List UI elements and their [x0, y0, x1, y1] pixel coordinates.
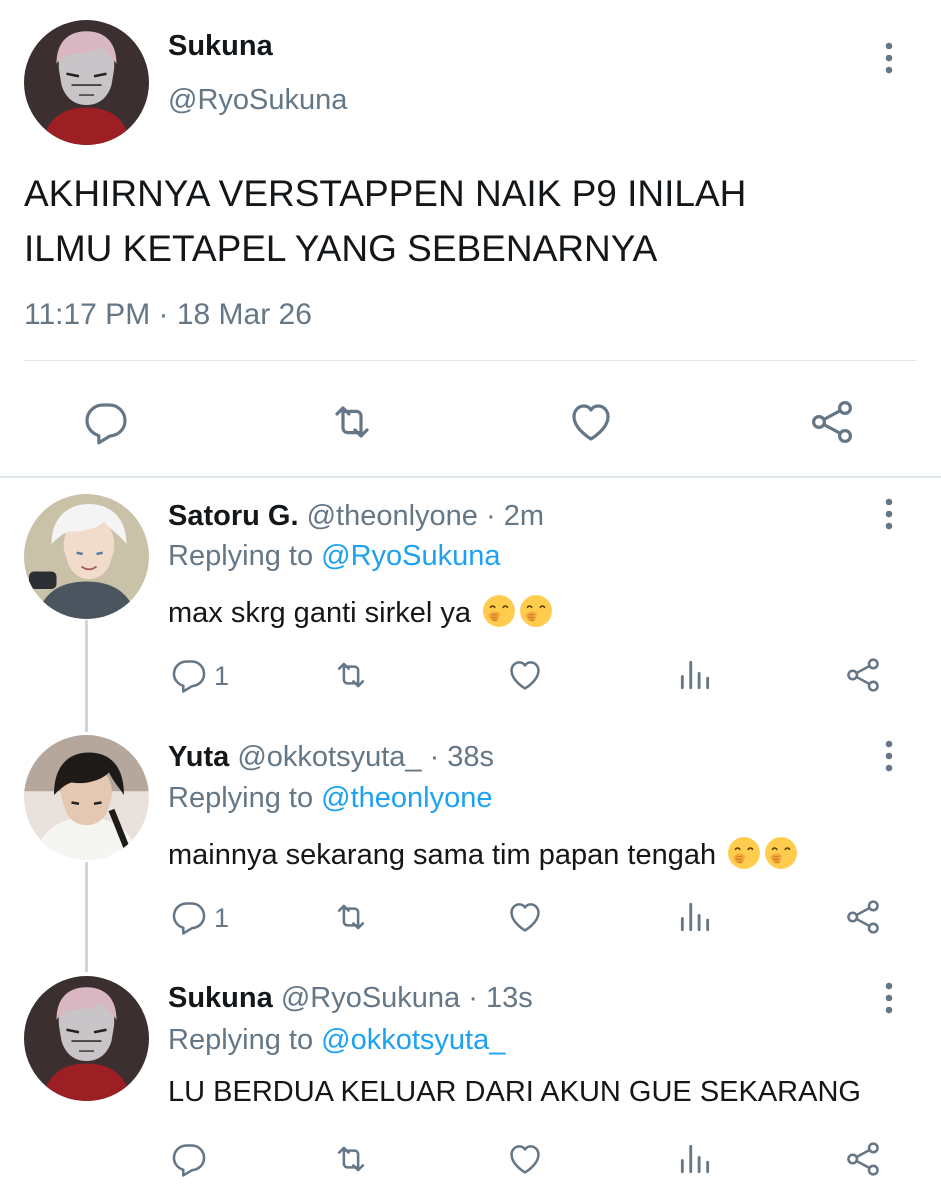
reply-author-name[interactable]: Yuta [168, 741, 229, 773]
hand-over-mouth-emoji-icon [519, 594, 553, 628]
reply-text: max skrg ganti sirkel ya [168, 594, 553, 630]
like-icon[interactable] [567, 398, 615, 451]
reply-text: LU BERDUA KELUAR DARI AKUN GUE SEKARANG [168, 1076, 861, 1109]
more-options-icon[interactable] [881, 980, 911, 1020]
main-author-handle[interactable]: @RyoSukuna [168, 84, 347, 117]
replying-to-label: Replying to [168, 1024, 314, 1056]
reply-count: 1 [214, 661, 230, 691]
reply-icon[interactable] [170, 1140, 208, 1183]
replying-to: Replying to @okkotsyuta_ [168, 1024, 505, 1057]
hand-over-mouth-emoji-icon [764, 836, 798, 870]
reply-text-content: LU BERDUA KELUAR DARI AKUN GUE SEKARANG [168, 1076, 861, 1108]
reply-header: Yuta @okkotsyuta_ · 38s [168, 741, 494, 774]
stats-icon[interactable] [676, 656, 714, 699]
thread-line [85, 620, 88, 732]
retweet-icon[interactable] [332, 656, 370, 699]
main-author-name[interactable]: Sukuna [168, 30, 273, 63]
section-divider [0, 476, 941, 478]
more-options-icon[interactable] [881, 738, 911, 778]
hand-over-mouth-emoji-icon [727, 836, 761, 870]
replying-to-label: Replying to [168, 540, 314, 572]
share-icon[interactable] [844, 898, 882, 941]
reply-author-handle[interactable]: @theonlyone · 2m [307, 500, 544, 532]
replying-to-label: Replying to [168, 782, 314, 814]
stats-icon[interactable] [676, 1140, 714, 1183]
reply-icon[interactable] [170, 898, 208, 941]
reply-text: mainnya sekarang sama tim papan tengah [168, 836, 798, 872]
retweet-icon[interactable] [332, 898, 370, 941]
like-icon[interactable] [506, 1140, 544, 1183]
share-icon[interactable] [808, 398, 856, 451]
replying-to-link[interactable]: @theonlyone [321, 782, 492, 814]
main-tweet-divider [24, 360, 917, 361]
share-icon[interactable] [844, 656, 882, 699]
reply-author-name[interactable]: Sukuna [168, 982, 273, 1014]
thread-line [85, 862, 88, 972]
replying-to: Replying to @RyoSukuna [168, 540, 501, 573]
hand-over-mouth-emoji-icon [482, 594, 516, 628]
reply-header: Satoru G. @theonlyone · 2m [168, 500, 544, 533]
reply-icon[interactable] [170, 656, 208, 699]
reply-avatar-satoru[interactable] [24, 494, 149, 619]
replying-to: Replying to @theonlyone [168, 782, 493, 815]
like-icon[interactable] [506, 656, 544, 699]
main-author-avatar[interactable] [24, 20, 149, 145]
share-icon[interactable] [844, 1140, 882, 1183]
more-options-icon[interactable] [881, 40, 911, 80]
reply-text-content: max skrg ganti sirkel ya [168, 597, 471, 629]
reply-count: 1 [214, 903, 230, 933]
reply-avatar-sukuna[interactable] [24, 976, 149, 1101]
replying-to-link[interactable]: @RyoSukuna [321, 540, 500, 572]
retweet-icon[interactable] [328, 398, 376, 451]
retweet-icon[interactable] [332, 1140, 370, 1183]
replying-to-link[interactable]: @okkotsyuta_ [321, 1024, 505, 1056]
reply-avatar-yuta[interactable] [24, 735, 149, 860]
reply-author-handle[interactable]: @okkotsyuta_ · 38s [237, 741, 494, 773]
main-tweet-timestamp[interactable]: 11:17 PM · 18 Mar 26 [24, 298, 312, 332]
main-tweet-text-line2: ILMU KETAPEL YANG SEBENARNYA [24, 228, 658, 269]
like-icon[interactable] [506, 898, 544, 941]
reply-author-handle[interactable]: @RyoSukuna · 13s [281, 982, 533, 1014]
main-tweet-text-line1: AKHIRNYA VERSTAPPEN NAIK P9 INILAH [24, 173, 747, 214]
reply-text-content: mainnya sekarang sama tim papan tengah [168, 839, 717, 871]
more-options-icon[interactable] [881, 496, 911, 536]
stats-icon[interactable] [676, 898, 714, 941]
main-tweet-text: AKHIRNYA VERSTAPPEN NAIK P9 INILAH ILMU … [24, 166, 904, 276]
reply-author-name[interactable]: Satoru G. [168, 500, 299, 532]
reply-icon[interactable] [82, 398, 130, 451]
reply-header: Sukuna @RyoSukuna · 13s [168, 982, 533, 1015]
